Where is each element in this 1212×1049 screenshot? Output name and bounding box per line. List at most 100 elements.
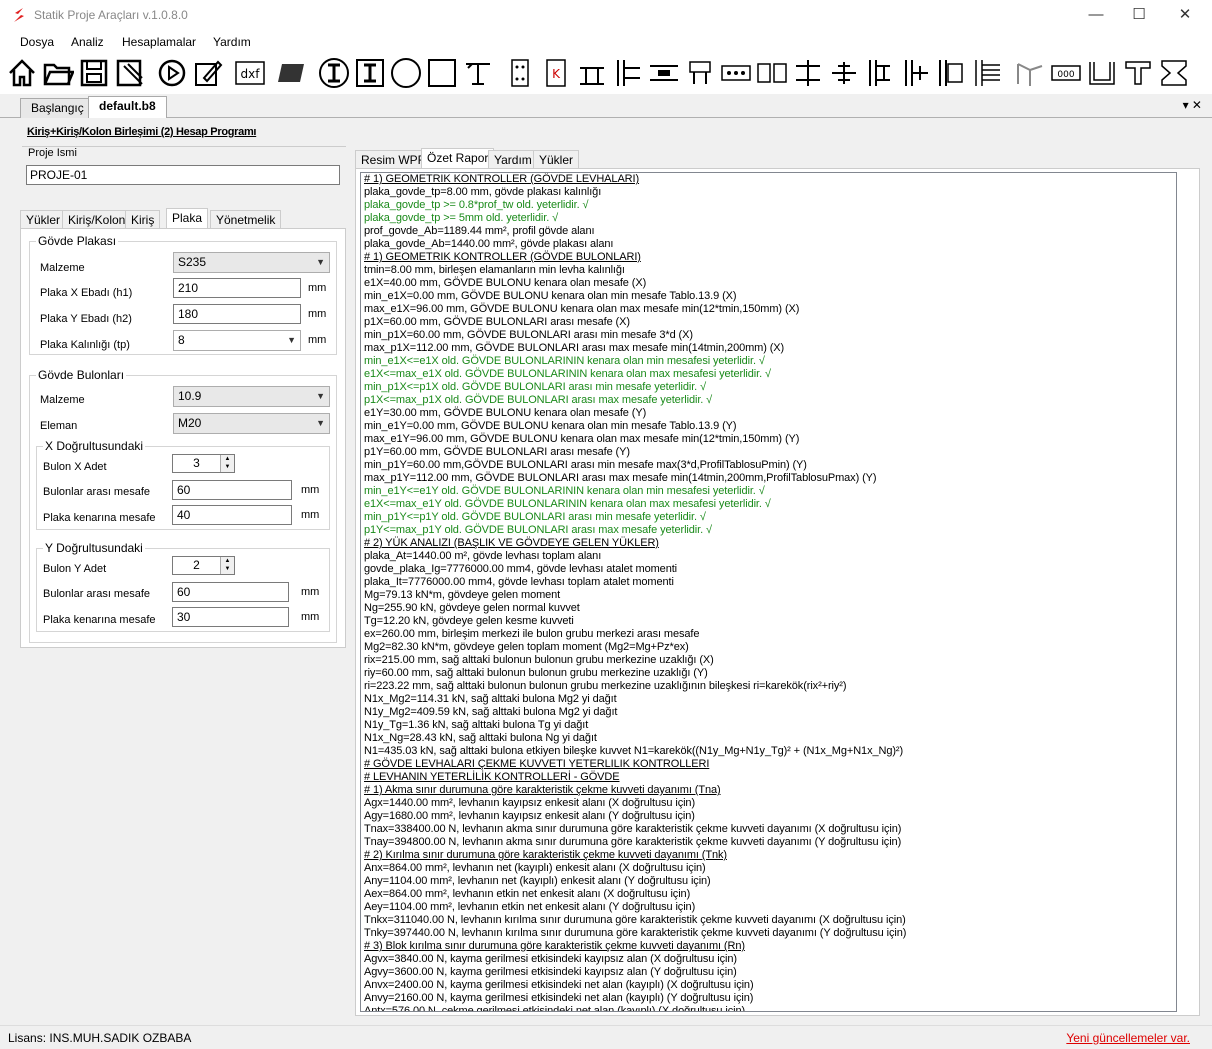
column-bolts-icon[interactable] <box>972 56 1004 90</box>
report-line: riy=60.00 mm, sağ alttaki bulonun bulonu… <box>364 667 708 679</box>
govde-plakasi-title: Gövde Plakası <box>36 234 119 248</box>
close-button[interactable]: ✕ <box>1162 0 1208 30</box>
menu-dosya[interactable]: Dosya <box>20 35 54 49</box>
bulon-x-adet-label: Bulon X Adet <box>43 461 107 473</box>
maximize-button[interactable]: ☐ <box>1116 0 1162 30</box>
column-web-icon[interactable] <box>900 56 932 90</box>
dxf-export-icon[interactable]: dxf <box>234 56 266 90</box>
t-section-icon[interactable] <box>1122 56 1154 90</box>
x-dogrultusu-group: X Doğrultusundaki Bulon X Adet 3 ▲ ▼ Bulon… <box>36 439 330 530</box>
bulon-y-mesafe-input[interactable]: 60 <box>172 582 289 602</box>
spinner-arrows-icon[interactable]: ▲ ▼ <box>220 557 234 574</box>
column-flange-icon[interactable] <box>864 56 896 90</box>
i-profile-circle-icon[interactable] <box>318 56 350 90</box>
report-line: max_e1Y=96.00 mm, GÖVDE BULONU kenara ol… <box>364 433 800 445</box>
main-content: Kiriş+Kiriş/Kolon Birleşimi (2) Hesap Pr… <box>0 118 1212 1023</box>
plate-bolts-icon[interactable] <box>504 56 536 90</box>
plaka-h2-label: Plaka Y Ebadı (h2) <box>40 313 132 325</box>
report-textbox[interactable]: # 1) GEOMETRIK KONTROLLER (GÖVDE LEVHALA… <box>360 172 1177 1012</box>
plate-icon[interactable] <box>276 56 308 90</box>
save-as-icon[interactable] <box>114 56 146 90</box>
edit-icon[interactable] <box>192 56 224 90</box>
minimize-button[interactable]: — <box>1073 0 1119 30</box>
report-line: N1=435.03 kN, sağ alttaki bulona etkiyen… <box>364 745 904 757</box>
bolt-group-icon[interactable]: 000 <box>1050 56 1082 90</box>
open-folder-icon[interactable] <box>42 56 75 90</box>
plaka-h1-input[interactable]: 210 <box>173 278 301 298</box>
bulon-y-kenar-input[interactable]: 30 <box>172 607 289 627</box>
report-line: min_e1Y=0.00 mm, GÖVDE BULONU kenara ola… <box>364 420 737 432</box>
menu-yardim[interactable]: Yardım <box>213 35 251 49</box>
gusset-icon[interactable] <box>756 56 788 90</box>
bulon-x-adet-spinner[interactable]: 3 ▲ ▼ <box>172 454 235 473</box>
bulon-x-kenar-input[interactable]: 40 <box>172 505 292 525</box>
plaka-tp-select[interactable]: 8 ▼ <box>173 330 301 351</box>
u-section-icon[interactable] <box>1086 56 1118 90</box>
menu-analiz[interactable]: Analiz <box>71 35 104 49</box>
box-section-icon[interactable] <box>426 56 458 90</box>
i-profile-box-icon[interactable] <box>354 56 386 90</box>
report-line: Antx=576.00 N, çekme gerilmesi etkisinde… <box>364 1005 746 1012</box>
right-tabs: Resim WPF Özet Rapor Yardım Yükler <box>355 148 1185 168</box>
proje-name-input[interactable]: PROJE-01 <box>26 165 340 185</box>
save-icon[interactable] <box>78 56 110 90</box>
report-line: Aex=864.00 mm², levhanın etkin net enkes… <box>364 888 691 900</box>
tab-resim-wpf[interactable]: Resim WPF <box>355 150 431 168</box>
bulon-x-mesafe-unit: mm <box>301 484 320 496</box>
tab-yukler-rapor[interactable]: Yükler <box>533 150 580 168</box>
brace-icon[interactable] <box>1014 56 1046 90</box>
report-line: # 2) Kırılma sınır durumuna göre karakte… <box>364 849 727 861</box>
tab-yukler[interactable]: Yükler <box>20 210 67 228</box>
title-bar: Statik Proje Araçları v.1.0.8.0 — ☐ ✕ <box>0 0 1212 30</box>
report-line: p1X=60.00 mm, GÖVDE BULONLARI arası mesa… <box>364 316 630 328</box>
hourglass-section-icon[interactable] <box>1158 56 1190 90</box>
home-icon[interactable] <box>6 56 38 90</box>
bulon-y-adet-spinner[interactable]: 2 ▲ ▼ <box>172 556 235 575</box>
doc-tab-baslangic[interactable]: Başlangıç <box>20 98 95 118</box>
bolt-row-icon[interactable] <box>720 56 752 90</box>
spinner-arrows-icon[interactable]: ▲ ▼ <box>220 455 234 472</box>
bulon-x-mesafe-input[interactable]: 60 <box>172 480 292 500</box>
report-line: ri=223.22 mm, sağ alttaki bulonun bulonu… <box>364 680 847 692</box>
beam-icon[interactable] <box>462 56 494 90</box>
report-line: N1x_Mg2=114.31 kN, sağ alttaki bulona Mg… <box>364 693 617 705</box>
beam-column-icon[interactable] <box>612 56 644 90</box>
app-logo-icon <box>14 8 24 22</box>
report-line: ex=260.00 mm, birleşim merkezi ile bulon… <box>364 628 700 640</box>
tab-kiris-kolon[interactable]: Kiriş/Kolon <box>62 210 132 228</box>
report-line: min_e1X<=e1X old. GÖVDE BULONLARININ ken… <box>364 355 765 367</box>
plaka-h2-input[interactable]: 180 <box>173 304 301 324</box>
y-dogrultusu-group: Y Doğrultusundaki Bulon Y Adet 2 ▲ ▼ Bulon… <box>36 541 330 632</box>
tab-ozet-rapor[interactable]: Özet Rapor <box>421 148 495 168</box>
tab-yonetmelik[interactable]: Yönetmelik <box>210 210 282 228</box>
beam-splice-icon[interactable] <box>648 56 680 90</box>
bulon-malzeme-select[interactable]: 10.9 ▼ <box>173 386 330 407</box>
proje-label: Proje Ismi <box>26 147 79 159</box>
status-bar: Lisans: INS.MUH.SADIK OZBABA Yeni güncel… <box>0 1025 1212 1049</box>
chevron-down-icon: ▼ <box>316 391 325 401</box>
stiffener-icon[interactable] <box>792 56 824 90</box>
tab-yardim[interactable]: Yardım <box>488 150 538 168</box>
doc-tab-controls[interactable]: ▾ ✕ <box>1183 98 1202 112</box>
plaka-malzeme-select[interactable]: S235 ▼ <box>173 252 330 273</box>
run-icon[interactable] <box>156 56 188 90</box>
plaka-tp-value: 8 <box>178 333 185 347</box>
menu-hesaplamalar[interactable]: Hesaplamalar <box>122 35 196 49</box>
circle-section-icon[interactable] <box>390 56 422 90</box>
plate-k-icon[interactable]: K <box>540 56 572 90</box>
column-base-icon[interactable] <box>576 56 608 90</box>
tab-kiris[interactable]: Kiriş <box>125 210 161 228</box>
bulon-eleman-select[interactable]: M20 ▼ <box>173 413 330 434</box>
column-plate-icon[interactable] <box>936 56 968 90</box>
end-plate-icon[interactable] <box>684 56 716 90</box>
govde-bulonlari-title: Gövde Bulonları <box>36 368 127 382</box>
cross-plate-icon[interactable] <box>828 56 860 90</box>
document-tabs: Başlangıç default.b8 ▾ ✕ <box>0 94 1212 118</box>
report-line: # 1) Akma sınır durumuna göre karakteris… <box>364 784 721 796</box>
tab-plaka[interactable]: Plaka <box>166 208 209 228</box>
report-lines: # 1) GEOMETRIK KONTROLLER (GÖVDE LEVHALA… <box>364 173 906 1012</box>
update-link[interactable]: Yeni güncellemeler var. <box>1066 1031 1190 1045</box>
bulon-y-mesafe-unit: mm <box>301 586 320 598</box>
doc-tab-default[interactable]: default.b8 <box>88 96 167 118</box>
bulon-y-adet-label: Bulon Y Adet <box>43 563 107 575</box>
